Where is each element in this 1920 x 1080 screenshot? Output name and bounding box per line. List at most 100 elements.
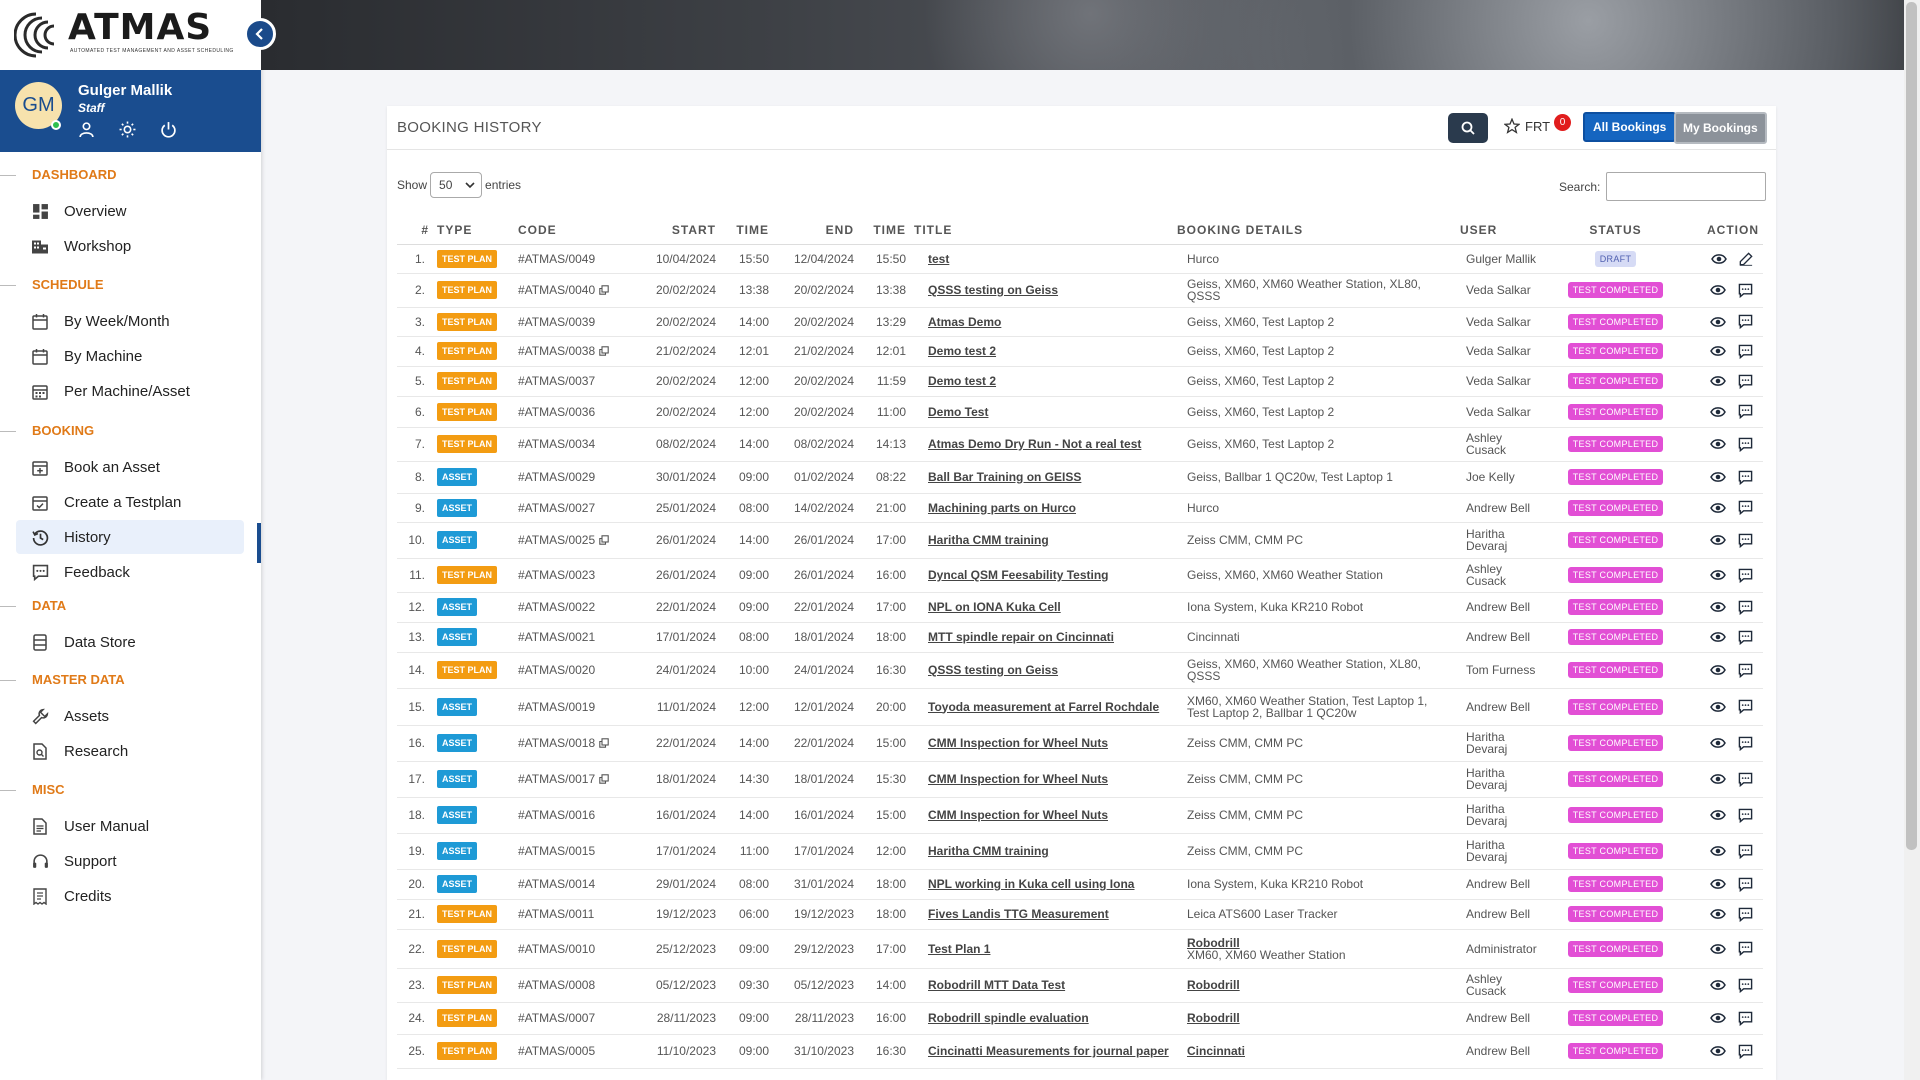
column-header[interactable]: TIME — [720, 216, 773, 245]
table-row[interactable]: 4. TEST PLAN #ATMAS/0038 21/02/2024 12:01 21/… — [397, 336, 1763, 367]
table-row[interactable]: 13. ASSET #ATMAS/0021 17/01/2024 08:00 18/01/… — [397, 622, 1763, 653]
booking-title-link[interactable]: Fives Landis TTG Measurement — [928, 907, 1109, 921]
feedback-icon[interactable] — [1738, 877, 1753, 892]
view-icon[interactable] — [1710, 737, 1726, 749]
table-row[interactable]: 12. ASSET #ATMAS/0022 22/01/2024 09:00 22/01/… — [397, 592, 1763, 623]
page-size-select[interactable]: 50 — [430, 172, 483, 198]
feedback-icon[interactable] — [1738, 808, 1753, 823]
table-row[interactable]: 22. TEST PLAN #ATMAS/0010 25/12/2023 09:00 29… — [397, 929, 1763, 969]
machine-link[interactable]: Robodrill — [1187, 937, 1452, 949]
table-row[interactable]: 16. ASSET #ATMAS/0018 22/01/2024 14:00 22/01/… — [397, 725, 1763, 762]
view-icon[interactable] — [1710, 701, 1726, 713]
search-button[interactable] — [1448, 113, 1488, 143]
view-icon[interactable] — [1710, 664, 1726, 676]
view-icon[interactable] — [1710, 908, 1726, 920]
sidebar-item-user-manual[interactable]: User Manual — [16, 809, 244, 843]
booking-title-link[interactable]: Demo Test — [928, 405, 988, 419]
view-icon[interactable] — [1710, 375, 1726, 387]
feedback-icon[interactable] — [1738, 533, 1753, 548]
column-header[interactable]: BOOKING DETAILS — [1173, 216, 1456, 245]
logo[interactable]: ATMAS AUTOMATED TEST MANAGEMENT AND ASSE… — [0, 0, 261, 70]
view-icon[interactable] — [1710, 1012, 1726, 1024]
booking-title-link[interactable]: Robodrill MTT Data Test — [928, 978, 1065, 992]
booking-title-link[interactable]: Dyncal QSM Feesability Testing — [928, 568, 1109, 582]
view-icon[interactable] — [1710, 471, 1726, 483]
search-input[interactable] — [1606, 172, 1767, 201]
sidebar-item-by-week-month[interactable]: By Week/Month — [16, 304, 244, 338]
table-row[interactable]: 5. TEST PLAN #ATMAS/0037 20/02/2024 12:00 20/… — [397, 366, 1763, 397]
sidebar-item-feedback[interactable]: Feedback — [16, 555, 244, 589]
table-row[interactable]: 21. TEST PLAN #ATMAS/0011 19/12/2023 06:00 19… — [397, 899, 1763, 930]
view-icon[interactable] — [1710, 943, 1726, 955]
booking-title-link[interactable]: Test Plan 1 — [928, 942, 990, 956]
booking-title-link[interactable]: MTT spindle repair on Cincinnati — [928, 630, 1114, 644]
column-header[interactable]: END — [773, 216, 858, 245]
table-row[interactable]: 10. ASSET #ATMAS/0025 26/01/2024 14:00 26/01/… — [397, 522, 1763, 559]
table-row[interactable]: 2. TEST PLAN #ATMAS/0040 20/02/2024 13:38 20/… — [397, 273, 1763, 308]
booking-title-link[interactable]: Robodrill spindle evaluation — [928, 1011, 1089, 1025]
view-icon[interactable] — [1710, 502, 1726, 514]
table-row[interactable]: 23. TEST PLAN #ATMAS/0008 05/12/2023 09:30 05… — [397, 968, 1763, 1003]
view-icon[interactable] — [1710, 438, 1726, 450]
booking-title-link[interactable]: Machining parts on Hurco — [928, 501, 1076, 515]
theme-toggle-icon[interactable] — [119, 121, 136, 138]
view-icon[interactable] — [1710, 601, 1726, 613]
view-icon[interactable] — [1710, 534, 1726, 546]
feedback-icon[interactable] — [1738, 736, 1753, 751]
booking-title-link[interactable]: CMM Inspection for Wheel Nuts — [928, 808, 1108, 822]
sidebar-item-book-an-asset[interactable]: Book an Asset — [16, 450, 244, 484]
table-row[interactable]: 1. TEST PLAN #ATMAS/0049 10/04/2024 15:50 12/… — [397, 244, 1763, 274]
feedback-icon[interactable] — [1738, 663, 1753, 678]
booking-title-link[interactable]: test — [928, 252, 949, 266]
table-row[interactable]: 6. TEST PLAN #ATMAS/0036 20/02/2024 12:00 20/… — [397, 396, 1763, 428]
sidebar-item-overview[interactable]: Overview — [16, 194, 244, 228]
booking-title-link[interactable]: Cincinatti Measurements for journal pape… — [928, 1044, 1169, 1058]
table-row[interactable]: 3. TEST PLAN #ATMAS/0039 20/02/2024 14:00 20/… — [397, 307, 1763, 337]
table-row[interactable]: 20. ASSET #ATMAS/0014 29/01/2024 08:00 31/01/… — [397, 869, 1763, 900]
machine-link[interactable]: Robodrill — [1187, 1012, 1452, 1024]
booking-title-link[interactable]: NPL working in Kuka cell using Iona — [928, 877, 1134, 891]
feedback-icon[interactable] — [1738, 1011, 1753, 1026]
all-bookings-button[interactable]: All Bookings — [1583, 112, 1677, 142]
sidebar-item-assets[interactable]: Assets — [16, 699, 244, 733]
booking-title-link[interactable]: Atmas Demo Dry Run - Not a real test — [928, 437, 1141, 451]
sidebar-item-by-machine[interactable]: By Machine — [16, 339, 244, 373]
booking-title-link[interactable]: CMM Inspection for Wheel Nuts — [928, 772, 1108, 786]
booking-title-link[interactable]: Demo test 2 — [928, 374, 996, 388]
booking-title-link[interactable]: QSSS testing on Geiss — [928, 663, 1058, 677]
my-bookings-button[interactable]: My Bookings — [1674, 112, 1767, 144]
copy-icon[interactable] — [599, 535, 609, 545]
feedback-icon[interactable] — [1738, 283, 1753, 298]
sidebar-item-create-a-testplan[interactable]: Create a Testplan — [16, 485, 244, 519]
view-icon[interactable] — [1710, 406, 1726, 418]
feedback-icon[interactable] — [1738, 600, 1753, 615]
view-icon[interactable] — [1710, 631, 1726, 643]
view-icon[interactable] — [1711, 253, 1727, 265]
view-icon[interactable] — [1710, 345, 1726, 357]
booking-title-link[interactable]: Atmas Demo — [928, 315, 1001, 329]
table-row[interactable]: 19. ASSET #ATMAS/0015 17/01/2024 11:00 17/01/… — [397, 833, 1763, 870]
column-header[interactable]: TITLE — [910, 216, 1173, 245]
feedback-icon[interactable] — [1738, 630, 1753, 645]
view-icon[interactable] — [1710, 878, 1726, 890]
machine-link[interactable]: Robodrill — [1187, 979, 1452, 991]
table-row[interactable]: 8. ASSET #ATMAS/0029 30/01/2024 09:00 01/02/2… — [397, 461, 1763, 494]
booking-title-link[interactable]: Demo test 2 — [928, 344, 996, 358]
view-icon[interactable] — [1710, 979, 1726, 991]
view-icon[interactable] — [1710, 773, 1726, 785]
column-header[interactable]: TIME — [858, 216, 910, 245]
table-row[interactable]: 25. TEST PLAN #ATMAS/0005 11/10/2023 09:00 31… — [397, 1034, 1763, 1069]
power-icon[interactable] — [160, 121, 177, 138]
view-icon[interactable] — [1710, 845, 1726, 857]
copy-icon[interactable] — [599, 738, 609, 748]
feedback-icon[interactable] — [1738, 699, 1753, 714]
edit-icon[interactable] — [1739, 251, 1753, 266]
feedback-icon[interactable] — [1738, 941, 1753, 956]
sidebar-item-support[interactable]: Support — [16, 844, 244, 878]
booking-title-link[interactable]: Ball Bar Training on GEISS — [928, 470, 1081, 484]
feedback-icon[interactable] — [1738, 404, 1753, 419]
feedback-icon[interactable] — [1738, 500, 1753, 515]
feedback-icon[interactable] — [1738, 314, 1753, 329]
sidebar-item-research[interactable]: Research — [16, 734, 244, 768]
booking-title-link[interactable]: Haritha CMM training — [928, 844, 1049, 858]
